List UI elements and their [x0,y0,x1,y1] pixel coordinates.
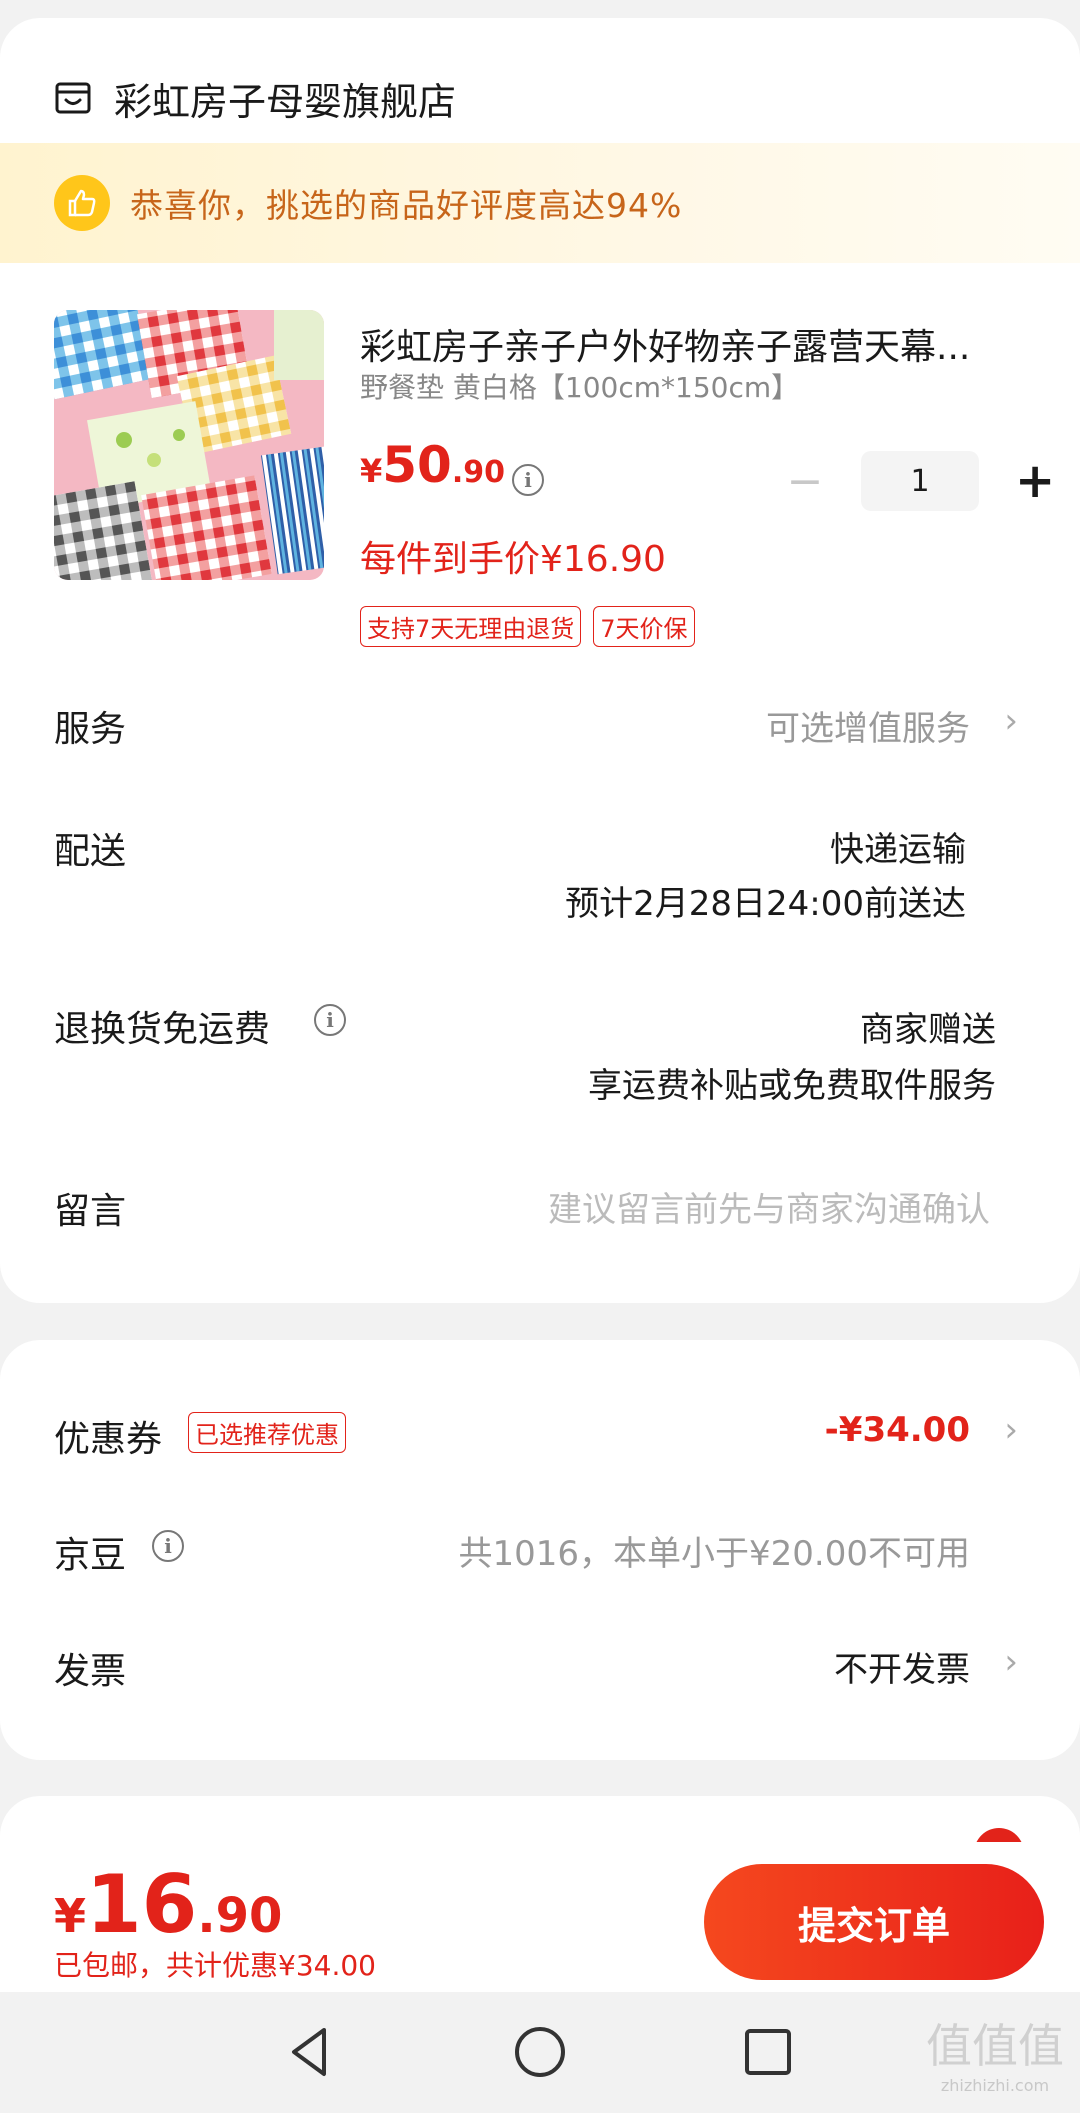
return-policy-tag: 支持7天无理由退货 [360,606,582,647]
product-image[interactable] [54,310,324,580]
watermark: 值值值 zhizhizhi.com [920,2010,1070,2095]
rating-text: 恭喜你，挑选的商品好评度高达94% [130,186,683,225]
coupon-label: 优惠券 [54,1419,163,1460]
delivery-label: 配送 [54,831,127,872]
product-price: ¥ 50 .90 [360,436,505,494]
watermark-url: zhizhizhi.com [940,2076,1050,2095]
service-label: 服务 [54,709,127,750]
system-nav-bar [0,1992,1080,2113]
store-name: 彩虹房子母婴旗舰店 [114,79,457,124]
home-icon[interactable] [510,2022,570,2082]
service-value[interactable]: 可选增值服务 [766,701,970,750]
checkout-bar: ¥ 16 .90 已包邮，共计优惠¥34.00 提交订单 [0,1842,1080,1992]
info-icon[interactable]: i [152,1530,184,1562]
store-icon [55,82,91,114]
invoice-value[interactable]: 不开发票 [834,1642,970,1691]
chevron-right-icon[interactable]: › [1004,1642,1018,1682]
recents-icon[interactable] [738,2022,798,2082]
discount-card: 优惠券 已选推荐优惠 -¥34.00 › 京豆 i 共1016，本单小于¥20.… [0,1340,1080,1760]
order-card: 彩虹房子母婴旗舰店 恭喜你，挑选的商品好评度高达94% 彩虹房子亲子户外好物亲子… [0,18,1080,1303]
chevron-right-icon[interactable]: › [1004,701,1018,741]
chevron-right-icon[interactable]: › [1004,1410,1018,1450]
invoice-label: 发票 [54,1651,127,1692]
return-shipping-label: 退换货免运费 [54,1009,271,1050]
back-icon[interactable] [280,2022,340,2082]
price-symbol: ¥ [360,452,383,490]
increase-button[interactable]: + [1015,453,1055,509]
quantity-input[interactable]: 1 [861,451,979,511]
return-shipping-gift: 商家赠送 [860,1010,996,1050]
message-label: 留言 [54,1191,127,1232]
free-shipping-text: 已包邮， [54,1949,167,1982]
store-header[interactable]: 彩虹房子母婴旗舰店 [54,58,456,138]
unit-price: 每件到手价¥16.90 [360,539,666,580]
price-protect-tag: 7天价保 [593,606,695,647]
total-discount-text: 共计优惠¥34.00 [166,1949,376,1982]
thumbs-up-icon [54,175,110,231]
total-summary: 已包邮，共计优惠¥34.00 [54,1944,376,1984]
product-spec[interactable]: 野餐垫 黄白格【100cm*150cm】 [360,366,799,406]
decrease-button[interactable]: − [785,456,825,507]
submit-order-button[interactable]: 提交订单 [704,1864,1044,1980]
product-tags: 支持7天无理由退货 7天价保 [360,606,695,647]
delivery-method[interactable]: 快递运输 [830,822,966,871]
return-shipping-desc: 享运费补贴或免费取件服务 [588,1066,996,1106]
total-symbol: ¥ [54,1889,87,1943]
info-icon[interactable]: i [512,464,544,496]
product-title[interactable]: 彩虹房子亲子户外好物亲子露营天幕... [360,318,1030,370]
jingdou-value: 共1016，本单小于¥20.00不可用 [458,1534,971,1574]
rating-banner: 恭喜你，挑选的商品好评度高达94% [0,143,1080,263]
price-decimal: .90 [451,455,506,490]
total-price: ¥ 16 .90 [54,1858,282,1951]
jingdou-label: 京豆 [54,1535,127,1576]
total-integer: 16 [86,1858,198,1951]
watermark-logo: 值值值 [926,2019,1064,2073]
coupon-tag: 已选推荐优惠 [188,1412,346,1453]
coupon-value[interactable]: -¥34.00 [825,1410,970,1450]
total-decimal: .90 [197,1888,283,1944]
delivery-eta[interactable]: 预计2月28日24:00前送达 [565,876,966,925]
price-integer: 50 [382,436,452,494]
message-input[interactable]: 建议留言前先与商家沟通确认 [548,1182,990,1231]
quantity-stepper: − 1 + [785,451,1055,511]
info-icon[interactable]: i [314,1004,346,1036]
